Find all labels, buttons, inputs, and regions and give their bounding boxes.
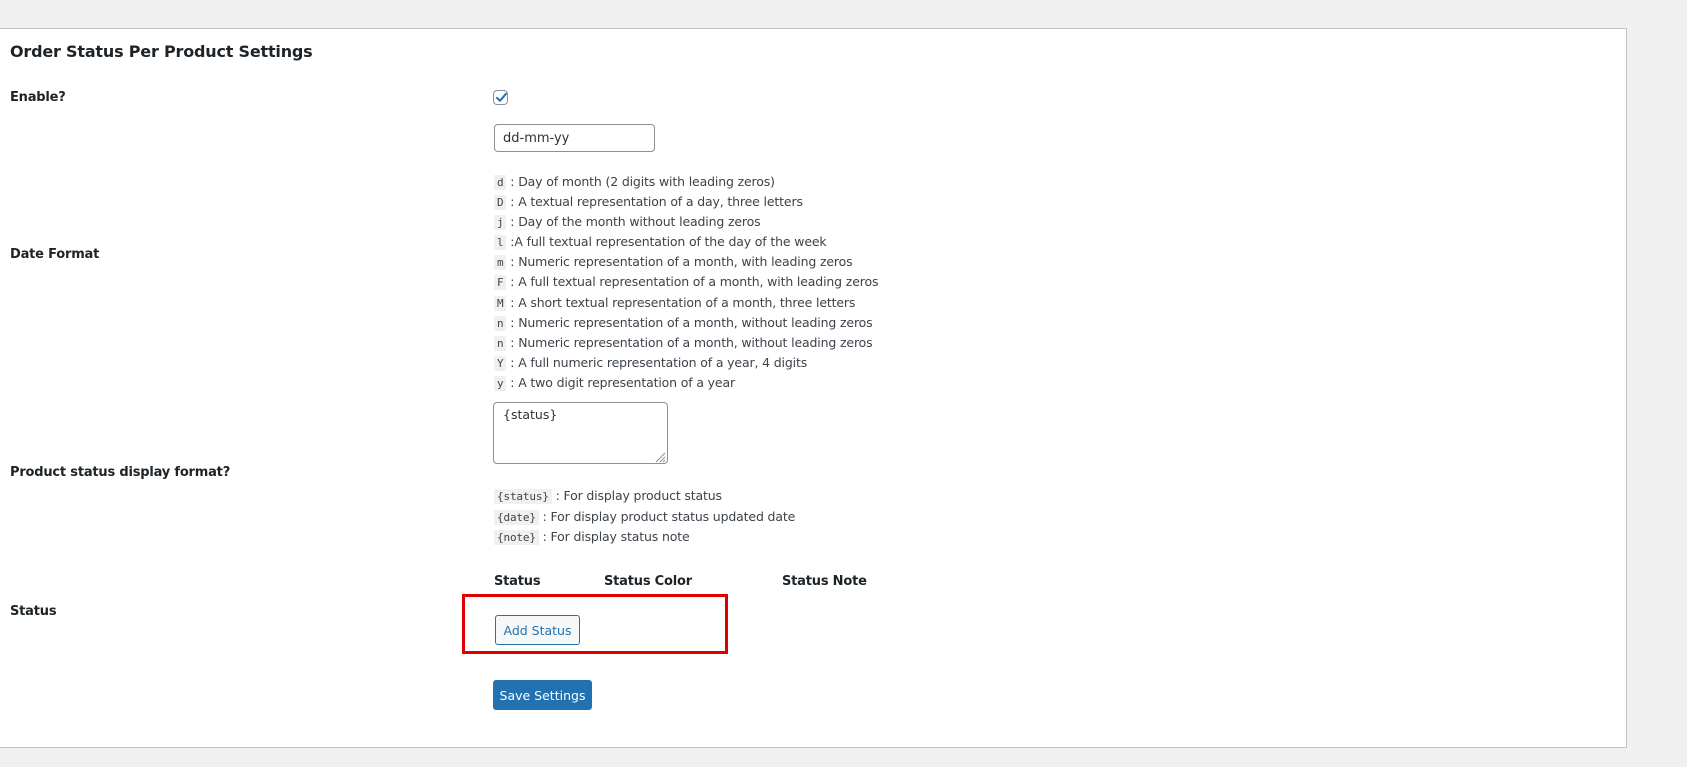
display-format-textarea[interactable]: {status} <box>493 402 668 464</box>
column-header-status-color: Status Color <box>604 574 692 589</box>
legend-code: y <box>494 375 507 391</box>
legend-line: {note} : For display status note <box>494 527 795 548</box>
legend-line: d : Day of month (2 digits with leading … <box>494 172 878 192</box>
legend-text: : For display product status updated dat… <box>538 508 796 524</box>
legend-text: : For display status note <box>538 529 690 544</box>
legend-code: {note} <box>494 530 539 545</box>
legend-line: m : Numeric representation of a month, w… <box>494 252 878 272</box>
legend-code: F <box>494 275 507 291</box>
column-header-status: Status <box>494 574 541 589</box>
legend-line: n : Numeric representation of a month, w… <box>494 333 878 353</box>
legend-line: l :A full textual representation of the … <box>494 232 878 252</box>
legend-code: m <box>494 255 507 271</box>
legend-text: : A full textual representation of a mon… <box>506 274 879 290</box>
page-title: Order Status Per Product Settings <box>10 42 313 61</box>
legend-line: n : Numeric representation of a month, w… <box>494 313 878 333</box>
date-format-input[interactable] <box>494 124 655 152</box>
legend-text: : A full numeric representation of a yea… <box>506 354 808 370</box>
display-format-label: Product status display format? <box>10 465 231 480</box>
column-header-status-note: Status Note <box>782 574 867 589</box>
legend-text: : A short textual representation of a mo… <box>506 294 856 310</box>
add-status-button[interactable]: Add Status <box>495 615 580 645</box>
legend-code: j <box>494 215 507 231</box>
date-format-legend: d : Day of month (2 digits with leading … <box>494 172 878 393</box>
legend-line: j : Day of the month without leading zer… <box>494 212 878 232</box>
legend-text: : Numeric representation of a month, wit… <box>506 254 853 270</box>
legend-text: : For display product status <box>551 488 722 503</box>
legend-text: : Numeric representation of a month, wit… <box>506 334 873 350</box>
date-format-label: Date Format <box>10 247 100 262</box>
legend-line: F : A full textual representation of a m… <box>494 272 878 292</box>
resize-grip-icon[interactable] <box>654 451 666 463</box>
legend-line: {date} : For display product status upda… <box>494 507 795 528</box>
legend-line: D : A textual representation of a day, t… <box>494 192 878 212</box>
legend-code: D <box>494 195 507 211</box>
enable-checkbox[interactable] <box>493 90 508 105</box>
legend-text: : Day of the month without leading zeros <box>506 214 761 230</box>
legend-line: M : A short textual representation of a … <box>494 293 878 313</box>
legend-text: : A textual representation of a day, thr… <box>506 194 803 210</box>
legend-line: y : A two digit representation of a year <box>494 373 878 393</box>
legend-line: {status} : For display product status <box>494 486 795 507</box>
legend-text: : Numeric representation of a month, wit… <box>506 314 873 330</box>
legend-code: M <box>494 295 507 311</box>
checkmark-icon <box>496 92 507 102</box>
display-format-legend: {status} : For display product status {da… <box>494 486 795 548</box>
legend-code: {status} <box>494 489 552 504</box>
status-label: Status <box>10 604 57 619</box>
enable-label: Enable? <box>10 90 66 105</box>
legend-code: d <box>494 175 507 190</box>
legend-code: {date} <box>494 509 539 525</box>
legend-text: : A two digit representation of a year <box>506 374 735 390</box>
legend-line: Y : A full numeric representation of a y… <box>494 353 878 373</box>
legend-text: :A full textual representation of the da… <box>506 234 827 250</box>
legend-code: Y <box>494 355 507 371</box>
legend-text: : Day of month (2 digits with leading ze… <box>506 174 775 189</box>
legend-code: n <box>494 315 507 331</box>
save-settings-button[interactable]: Save Settings <box>493 680 592 710</box>
legend-code: l <box>494 235 507 251</box>
legend-code: n <box>494 335 507 351</box>
